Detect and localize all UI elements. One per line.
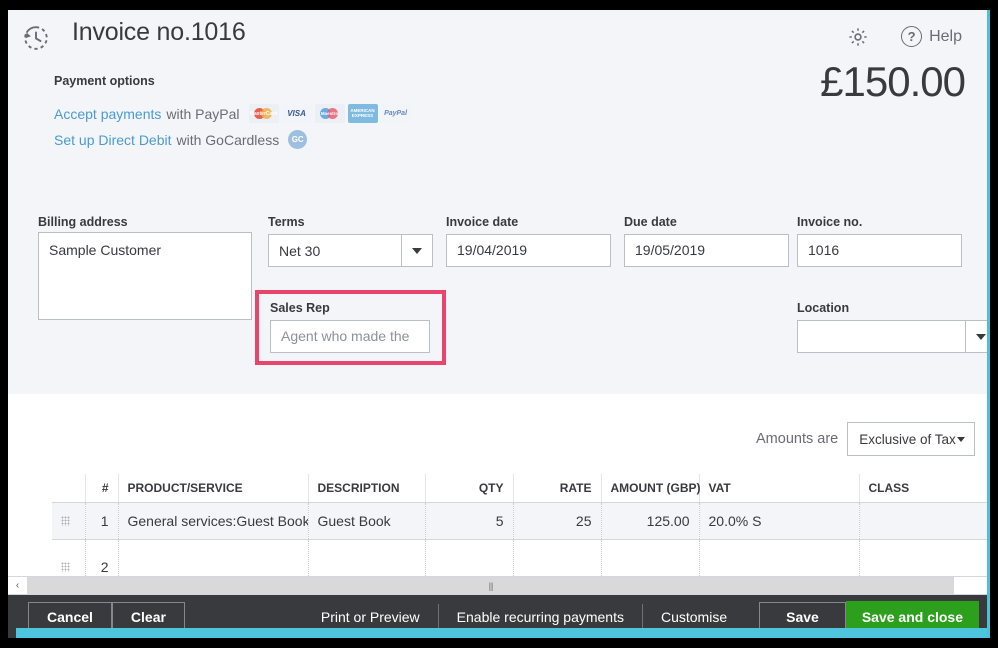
invoice-header-panel: Invoice no.1016 ? Help £150.00 Payment o…: [8, 10, 987, 394]
location-label: Location: [797, 301, 850, 315]
col-description: DESCRIPTION: [307, 474, 425, 503]
amounts-are-value: Exclusive of Tax: [859, 431, 956, 447]
col-number: #: [84, 474, 118, 503]
billing-address-input[interactable]: Sample Customer: [38, 232, 252, 320]
col-qty: QTY: [424, 474, 513, 503]
scrollbar-grip-icon: |||: [488, 580, 493, 591]
gocardless-badge: GC: [288, 130, 308, 149]
terms-label: Terms: [268, 215, 305, 229]
bottom-teal-accent: [16, 628, 987, 638]
scroll-left-arrow-icon[interactable]: ‹: [8, 577, 27, 594]
invoice-date-input[interactable]: 19/04/2019: [446, 234, 611, 267]
row-number: 1: [84, 502, 118, 540]
maestro-badge: Maestro: [314, 104, 345, 123]
gocardless-payment-row: Set up Direct Debit with GoCardless GC: [54, 130, 308, 149]
accept-payments-link[interactable]: Accept payments: [54, 106, 161, 122]
payment-method-badges: MasterCard VISA Maestro AMERICAN EXPRESS …: [248, 104, 411, 123]
location-dropdown[interactable]: [797, 320, 987, 353]
terms-dropdown-toggle[interactable]: [401, 235, 432, 266]
customise-button[interactable]: Customise: [643, 604, 745, 630]
row-product-service[interactable]: General services:Guest Book: [117, 502, 308, 540]
terms-value: Net 30: [279, 242, 321, 259]
col-drag: [52, 474, 85, 503]
chevron-down-icon: [976, 333, 986, 340]
amounts-are-row: Amounts are Exclusive of Tax: [756, 422, 976, 456]
gear-icon[interactable]: [847, 26, 869, 48]
col-vat: VAT: [698, 474, 859, 503]
paypal-badge: PayPal: [380, 104, 411, 123]
enable-recurring-payments-button[interactable]: Enable recurring payments: [439, 604, 642, 630]
row-vat[interactable]: 20.0% S: [698, 502, 859, 540]
visa-badge: VISA: [281, 104, 312, 123]
scrollbar-thumb[interactable]: |||: [27, 577, 954, 594]
chevron-down-icon: [957, 436, 966, 442]
cancel-button[interactable]: Cancel: [28, 601, 112, 632]
row-qty[interactable]: 5: [424, 502, 513, 540]
row-amount[interactable]: 125.00: [600, 502, 699, 540]
amounts-are-label: Amounts are: [756, 431, 839, 447]
invoice-no-label: Invoice no.: [797, 215, 863, 229]
location-dropdown-toggle[interactable]: [965, 321, 987, 352]
scrollbar-track[interactable]: |||: [27, 577, 987, 594]
row-description[interactable]: Guest Book: [307, 502, 425, 540]
due-date-label: Due date: [624, 215, 677, 229]
table-header-row: # PRODUCT/SERVICE DESCRIPTION QTY RATE A…: [52, 474, 987, 503]
setup-direct-debit-link[interactable]: Set up Direct Debit: [54, 132, 172, 148]
amex-badge: AMERICAN EXPRESS: [347, 104, 378, 123]
help-button[interactable]: ? Help: [901, 26, 962, 47]
row-class[interactable]: [858, 502, 987, 540]
due-date-input[interactable]: 19/05/2019: [624, 234, 789, 267]
table-row[interactable]: 1 General services:Guest Book Guest Book…: [52, 502, 987, 540]
paypal-payment-row: Accept payments with PayPal MasterCard V…: [54, 104, 411, 123]
chevron-down-icon: [412, 247, 422, 254]
col-class: CLASS: [858, 474, 987, 503]
col-product-service: PRODUCT/SERVICE: [117, 474, 308, 503]
paypal-suffix-text: with PayPal: [166, 105, 240, 122]
row-drag-handle[interactable]: [52, 502, 85, 540]
drag-handle-icon: [61, 516, 70, 526]
clear-button[interactable]: Clear: [111, 601, 185, 632]
save-button[interactable]: Save: [759, 601, 846, 632]
amounts-are-dropdown[interactable]: Exclusive of Tax: [847, 422, 976, 456]
gocardless-suffix-text: with GoCardless: [176, 131, 280, 148]
mastercard-badge: MasterCard: [248, 104, 279, 123]
page-title: Invoice no.1016: [72, 18, 246, 46]
col-rate: RATE: [512, 474, 601, 503]
sales-rep-label: Sales Rep: [270, 301, 330, 315]
horizontal-scrollbar[interactable]: ‹ |||: [8, 576, 987, 595]
app-window: Invoice no.1016 ? Help £150.00 Payment o…: [0, 0, 998, 648]
drag-handle-icon: [61, 562, 70, 572]
print-or-preview-button[interactable]: Print or Preview: [303, 604, 438, 630]
invoice-viewport: Invoice no.1016 ? Help £150.00 Payment o…: [8, 10, 990, 638]
invoice-date-label: Invoice date: [446, 215, 519, 229]
history-clock-icon[interactable]: [20, 22, 52, 54]
col-amount: AMOUNT (GBP): [600, 474, 701, 503]
invoice-total-amount: £150.00: [820, 58, 966, 105]
row-rate[interactable]: 25: [512, 502, 601, 540]
help-label: Help: [929, 27, 962, 45]
payment-options-label: Payment options: [54, 74, 155, 88]
location-value: [798, 321, 965, 352]
question-circle-icon: ?: [901, 26, 923, 47]
sales-rep-input[interactable]: Agent who made the sale: [270, 320, 430, 353]
invoice-no-input[interactable]: 1016: [797, 234, 962, 267]
billing-address-label: Billing address: [38, 215, 128, 229]
terms-dropdown[interactable]: Net 30: [268, 234, 433, 267]
